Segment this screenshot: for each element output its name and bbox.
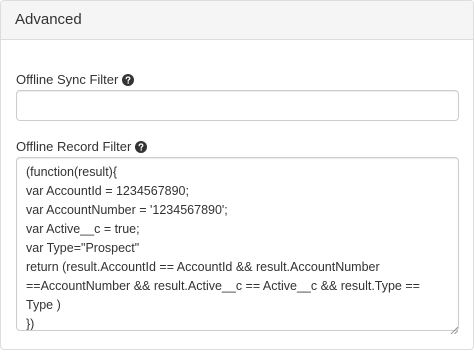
offline-sync-filter-input[interactable]	[16, 90, 459, 121]
question-circle-icon[interactable]	[135, 140, 148, 153]
offline-sync-filter-label-text: Offline Sync Filter	[16, 72, 119, 87]
offline-record-filter-textarea[interactable]: (function(result){ var AccountId = 12345…	[16, 157, 459, 331]
offline-record-filter-label: Offline Record Filter	[16, 139, 148, 154]
panel-heading: Advanced	[1, 1, 473, 40]
question-circle-icon[interactable]	[122, 73, 135, 86]
offline-sync-filter-label: Offline Sync Filter	[16, 72, 135, 87]
advanced-panel: Advanced Offline Sync Filter Offline Rec…	[0, 0, 474, 350]
panel-title: Advanced	[15, 11, 82, 28]
resize-grip-icon[interactable]	[450, 321, 459, 335]
offline-record-filter-label-text: Offline Record Filter	[16, 139, 132, 154]
